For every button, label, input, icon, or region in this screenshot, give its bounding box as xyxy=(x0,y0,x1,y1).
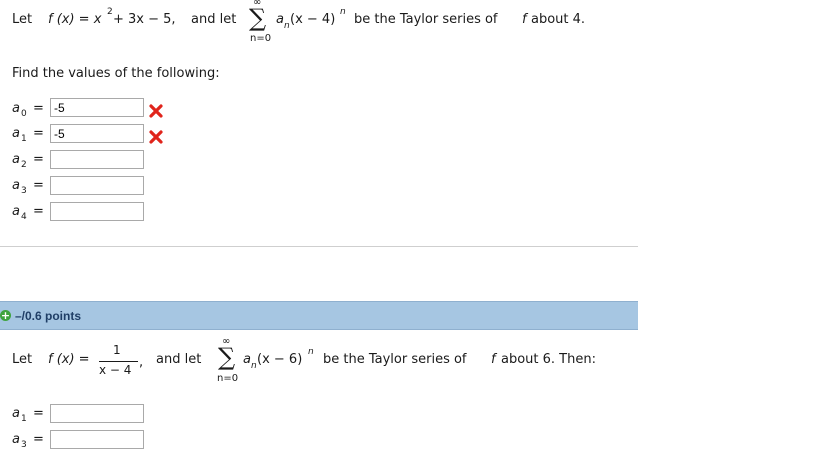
answer-a1-input[interactable] xyxy=(50,124,144,143)
problem2-term-subscript: n xyxy=(251,361,257,371)
problem2-tail-end: about 6. Then: xyxy=(501,352,596,367)
problem2-tail-f: f xyxy=(491,352,496,367)
problem1-instruction: Find the values of the following: xyxy=(12,66,220,81)
answer-a1-eq: = xyxy=(33,126,44,141)
incorrect-x-icon xyxy=(149,130,163,144)
problem2-fraction-denominator: x − 4 xyxy=(99,363,132,377)
problem2-term-x: (x − 6) xyxy=(257,352,303,367)
problem2-sigma-icon: ∑ xyxy=(218,343,236,371)
answer-a3-var: a xyxy=(12,178,20,193)
problem1-tail-f: f xyxy=(522,12,527,27)
answer-a0-sub: 0 xyxy=(21,109,27,119)
problem2-and-let: and let xyxy=(156,352,202,367)
answer-a4-sub: 4 xyxy=(21,212,27,222)
problem2-let: Let xyxy=(12,352,33,367)
problem1-sigma-icon: ∑ xyxy=(249,4,267,32)
answer-a3-input[interactable] xyxy=(50,176,144,195)
problem1-term-subscript: n xyxy=(284,21,290,31)
answer-a3-eq: = xyxy=(33,178,44,193)
problem1-tail-end: about 4. xyxy=(531,12,586,27)
answer-a1-sub: 1 xyxy=(21,134,27,144)
problem2-fraction-numerator: 1 xyxy=(113,343,121,357)
answer-a4-eq: = xyxy=(33,204,44,219)
p2-answer-a3-eq: = xyxy=(33,432,44,447)
answer-a0-eq: = xyxy=(33,101,44,116)
p2-answer-a3-input[interactable] xyxy=(50,430,144,449)
answer-a4-input[interactable] xyxy=(50,202,144,221)
p2-answer-a3-var: a xyxy=(12,432,20,447)
section-divider xyxy=(0,246,638,247)
answer-a1-var: a xyxy=(12,126,20,141)
answer-a0-input[interactable] xyxy=(50,98,144,117)
answer-a0-var: a xyxy=(12,101,20,116)
p2-answer-a1-sub: 1 xyxy=(21,414,27,424)
answer-a3-sub: 3 xyxy=(21,186,27,196)
answer-a2-sub: 2 xyxy=(21,160,27,170)
problem1-tail: be the Taylor series of xyxy=(354,12,498,27)
problem1-f-def: f (x) = x xyxy=(48,12,102,27)
problem1-let: Let xyxy=(12,12,33,27)
problem2-term-exponent: n xyxy=(308,347,314,357)
p2-answer-a1-input[interactable] xyxy=(50,404,144,423)
incorrect-x-icon xyxy=(149,104,163,118)
problem1-f-rest: + 3x − 5, xyxy=(113,12,176,27)
answer-a2-eq: = xyxy=(33,152,44,167)
problem2-points-label: –/0.6 points xyxy=(15,309,82,323)
p2-answer-a1-var: a xyxy=(12,406,20,421)
answer-a2-input[interactable] xyxy=(50,150,144,169)
problem2-term-a: a xyxy=(243,352,251,367)
problem1-term-a: a xyxy=(276,12,284,27)
problem1-and-let: and let xyxy=(191,12,237,27)
answer-a4-var: a xyxy=(12,204,20,219)
p2-answer-a3-sub: 3 xyxy=(21,440,27,450)
problem2-fraction-bar xyxy=(99,361,138,362)
problem2-fraction-comma: , xyxy=(139,355,144,370)
plus-circle-icon[interactable]: + xyxy=(0,310,11,321)
problem1-term-x: (x − 4) xyxy=(290,12,336,27)
problem1-term-exponent: n xyxy=(340,7,346,17)
problem1-f-exponent: 2 xyxy=(107,7,113,17)
problem2-tail: be the Taylor series of xyxy=(323,352,467,367)
problem2-f-def: f (x) = xyxy=(48,352,90,367)
problem1-sum-lower-limit: n=0 xyxy=(250,33,272,44)
problem2-points-bar: + –/0.6 points xyxy=(0,301,638,330)
problem2-sum-lower-limit: n=0 xyxy=(217,373,239,384)
p2-answer-a1-eq: = xyxy=(33,406,44,421)
answer-a2-var: a xyxy=(12,152,20,167)
